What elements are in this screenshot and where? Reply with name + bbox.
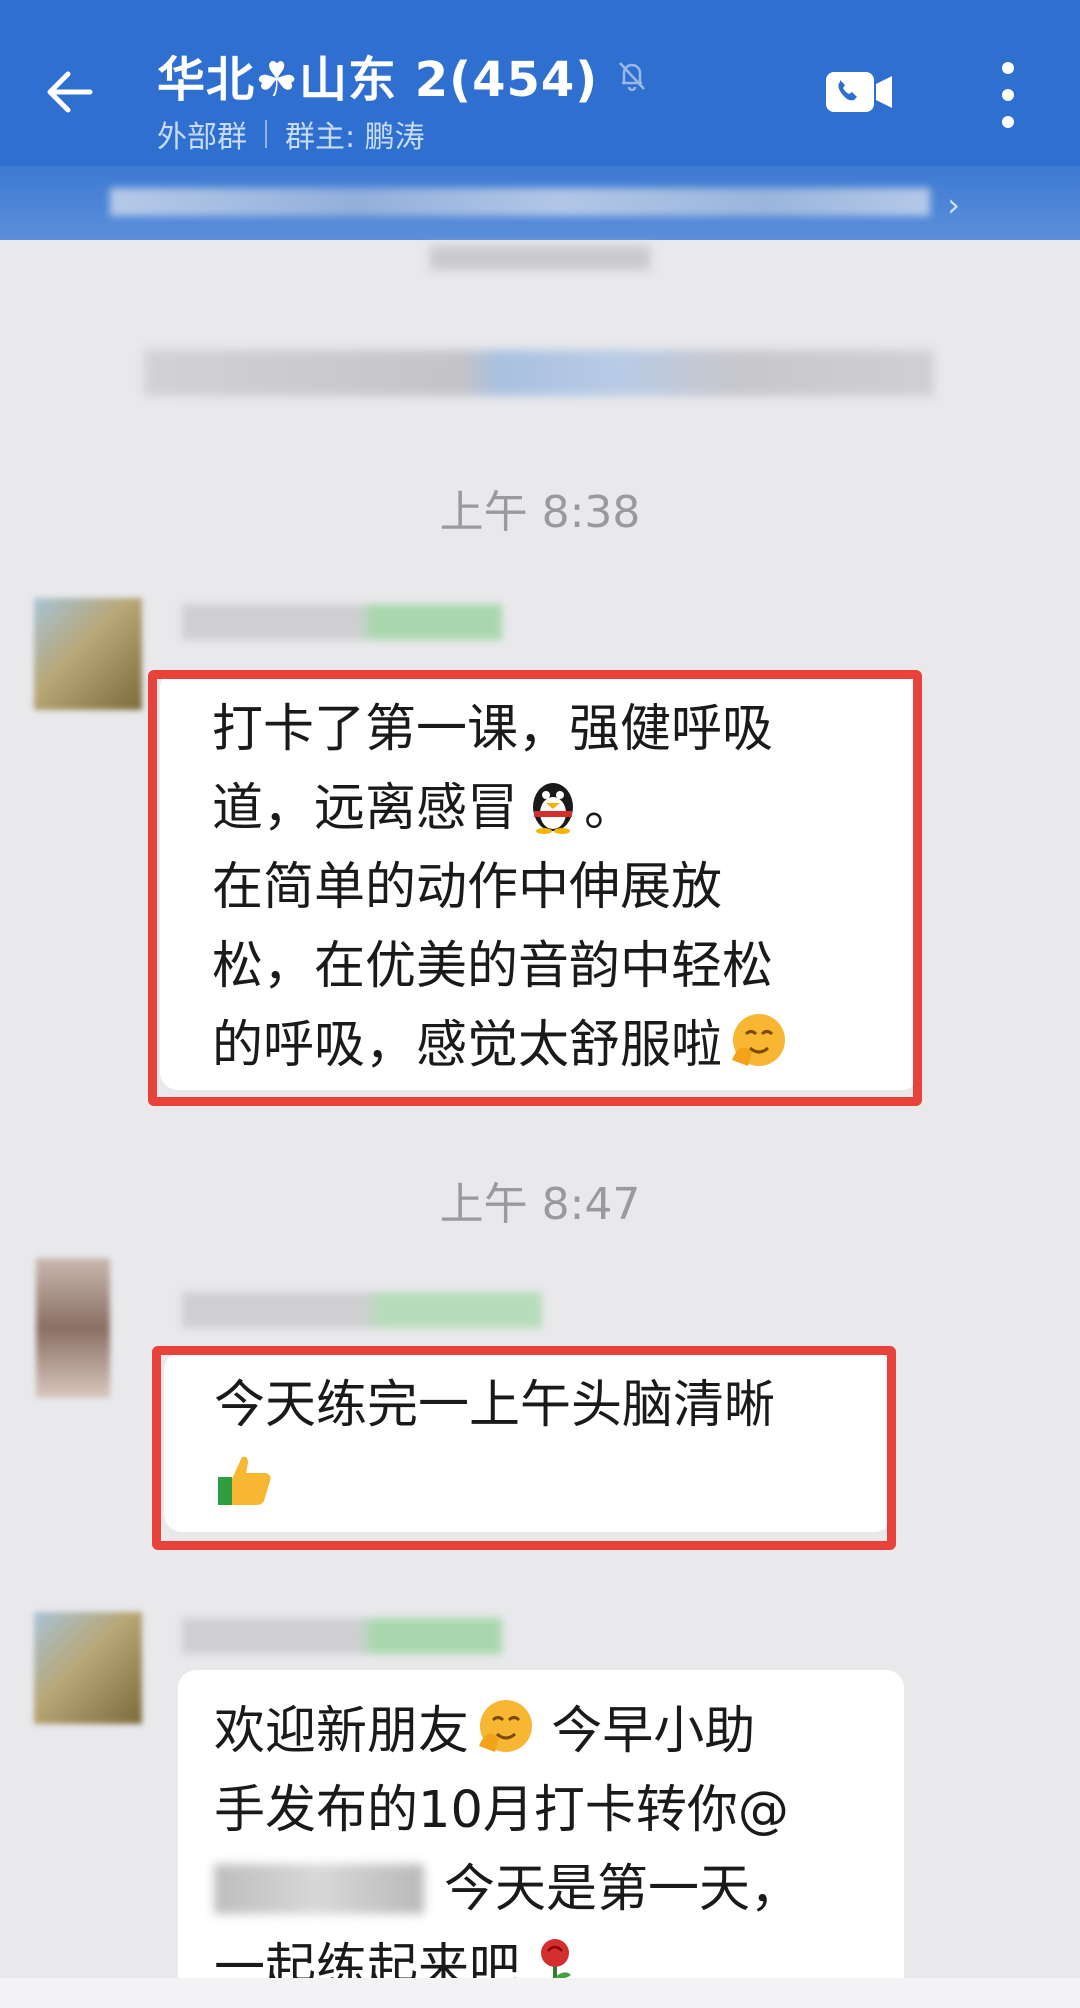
pinned-message-bar[interactable]: › xyxy=(0,166,1080,240)
more-vertical-icon[interactable] xyxy=(990,58,1026,132)
group-type-tag: 外部群 xyxy=(157,120,247,155)
smile-hug-emoji xyxy=(479,1700,533,1752)
avatar[interactable] xyxy=(34,598,142,710)
highlight-box xyxy=(148,670,922,1106)
message-line: 今天是第一天， xyxy=(214,1850,904,1929)
group-title: 华北☘山东 2(454) xyxy=(157,52,599,108)
blurred-mention xyxy=(214,1864,424,1914)
chevron-right-icon: › xyxy=(947,186,960,224)
group-owner: 群主: 鹏涛 xyxy=(285,120,425,155)
avatar[interactable] xyxy=(36,1258,110,1398)
avatar[interactable] xyxy=(34,1612,142,1724)
highlight-box xyxy=(152,1346,896,1550)
blurred-pinned-content xyxy=(110,188,930,216)
subtitle-divider xyxy=(265,120,267,148)
blurred-sender-name xyxy=(182,604,502,640)
message-line: 欢迎新朋友 今早小助 xyxy=(214,1692,904,1771)
blurred-sender-name xyxy=(182,1292,542,1328)
chat-subtitle: 外部群 群主: 鹏涛 xyxy=(157,112,425,156)
back-arrow-icon[interactable] xyxy=(40,62,100,122)
message-line: 手发布的10月打卡转你@ xyxy=(214,1781,789,1840)
timestamp: 上午 8:38 xyxy=(439,487,641,538)
chat-header: 华北☘山东 2(454) 外部群 群主: 鹏涛 xyxy=(0,0,1080,166)
blurred-timestamp xyxy=(430,246,650,270)
message-bubble[interactable]: 欢迎新朋友 今早小助 手发布的10月打卡转你@ 今天是第一天， 一起练起来吧 xyxy=(178,1670,904,1998)
blurred-system-message xyxy=(144,350,934,396)
mute-bell-icon xyxy=(619,62,646,92)
blurred-sender-name xyxy=(182,1618,502,1654)
video-call-icon[interactable] xyxy=(824,66,896,118)
chat-title-row[interactable]: 华北☘山东 2(454) xyxy=(157,40,652,110)
timestamp: 上午 8:47 xyxy=(439,1179,641,1230)
bottom-edge xyxy=(0,1978,1080,2008)
